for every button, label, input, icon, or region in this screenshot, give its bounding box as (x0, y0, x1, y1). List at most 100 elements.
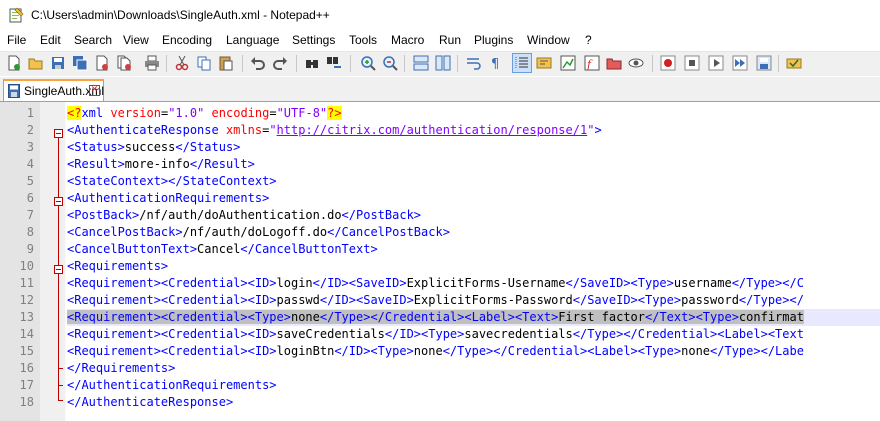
fold-collapse-icon[interactable] (54, 197, 63, 206)
toolbar-separator (242, 55, 243, 72)
line-number: 2 (26, 123, 34, 137)
indent-guide-icon[interactable] (514, 55, 530, 71)
code-line-15: <Requirement><Credential><ID>loginBtn</I… (67, 344, 804, 358)
stop-macro-icon[interactable] (684, 55, 700, 71)
save-icon[interactable] (50, 55, 66, 71)
toolbar-separator (296, 55, 297, 72)
code-line-6: <AuthenticationRequirements> (67, 191, 270, 205)
menu-tools[interactable]: Tools (349, 33, 377, 47)
close-all-icon[interactable] (116, 55, 132, 71)
code-line-11: <Requirement><Credential><ID>login</ID><… (67, 276, 804, 290)
show-all-chars-icon[interactable]: ¶ (488, 55, 504, 71)
line-number: 7 (26, 208, 34, 222)
close-icon[interactable] (94, 55, 110, 71)
code-line-8: <CancelPostBack>/nf/auth/doLogoff.do</Ca… (67, 225, 450, 239)
line-number: 4 (26, 157, 34, 171)
code-line-3: <Status>success</Status> (67, 140, 241, 154)
menu-language[interactable]: Language (226, 33, 279, 47)
open-file-icon[interactable] (28, 55, 44, 71)
monitoring-icon[interactable] (628, 55, 644, 71)
fold-end-marker (58, 400, 63, 401)
doc-map-icon[interactable] (560, 55, 576, 71)
save-macro-icon[interactable] (756, 55, 772, 71)
find-icon[interactable] (304, 55, 320, 71)
cut-icon[interactable] (174, 55, 190, 71)
tab-close-icon[interactable]: ✕ (89, 85, 100, 96)
menu-plugins[interactable]: Plugins (474, 33, 513, 47)
menu-encoding[interactable]: Encoding (162, 33, 212, 47)
code-line-13: <Requirement><Credential><Type>none</Typ… (67, 310, 804, 324)
code-line-16: </Requirements> (67, 361, 176, 375)
line-number: 16 (19, 361, 34, 375)
line-number: 10 (19, 259, 34, 273)
line-number: 8 (26, 225, 34, 239)
attr-value: "1.0" (168, 106, 205, 120)
replace-icon[interactable] (326, 55, 342, 71)
undo-icon[interactable] (250, 55, 266, 71)
code-line-2: <AuthenticateResponse xmlns="http://citr… (67, 123, 602, 137)
xml-decl-close: ?> (327, 106, 342, 120)
menu-help[interactable]: ? (585, 33, 592, 47)
code-line-7: <PostBack>/nf/auth/doAuthentication.do</… (67, 208, 422, 222)
line-number: 6 (26, 191, 34, 205)
fold-collapse-icon[interactable] (54, 265, 63, 274)
run-macro-multiple-icon[interactable] (732, 55, 748, 71)
line-number: 11 (19, 276, 34, 290)
spell-check-icon[interactable] (786, 55, 802, 71)
fold-collapse-icon[interactable] (54, 129, 63, 138)
line-number: 13 (19, 310, 34, 324)
code-line-5: <StateContext></StateContext> (67, 174, 277, 188)
title-bar: C:\Users\admin\Downloads\SingleAuth.xml … (0, 0, 880, 31)
menu-window[interactable]: Window (527, 33, 570, 47)
sync-horizontal-icon[interactable] (435, 55, 451, 71)
save-all-icon[interactable] (72, 55, 88, 71)
function-list-icon[interactable]: f (584, 55, 600, 71)
tab-bar: SingleAuth.xml ✕ (0, 77, 880, 102)
toolbar: ¶ f (0, 51, 880, 76)
fold-end-marker (58, 385, 63, 386)
toolbar-separator (652, 55, 653, 72)
code-line-17: </AuthenticationRequirements> (67, 378, 277, 392)
code-line-1: <?xml version="1.0" encoding="UTF-8"?> (67, 106, 342, 120)
print-icon[interactable] (144, 55, 160, 71)
line-number: 17 (19, 378, 34, 392)
line-number: 1 (26, 106, 34, 120)
line-number: 18 (19, 395, 34, 409)
folder-workspace-icon[interactable] (606, 55, 622, 71)
menu-macro[interactable]: Macro (391, 33, 424, 47)
tab-singleauth[interactable]: SingleAuth.xml ✕ (3, 79, 104, 101)
line-number: 9 (26, 242, 34, 256)
file-saved-icon (8, 84, 20, 98)
play-macro-icon[interactable] (708, 55, 724, 71)
fold-end-marker (58, 368, 63, 369)
toolbar-separator (457, 55, 458, 72)
zoom-in-icon[interactable] (360, 55, 376, 71)
attr-encoding: encoding (211, 106, 270, 120)
word-wrap-icon[interactable] (466, 55, 482, 71)
new-file-icon[interactable] (6, 55, 22, 71)
fold-margin[interactable] (40, 102, 66, 421)
window-title: C:\Users\admin\Downloads\SingleAuth.xml … (31, 8, 330, 22)
user-lang-icon[interactable] (536, 55, 552, 71)
editor-area[interactable]: 1 2 3 4 5 6 7 8 9 10 11 12 13 14 15 16 17 18 <?xml versio… (0, 102, 880, 421)
paste-icon[interactable] (218, 55, 234, 71)
code-line-9: <CancelButtonText>Cancel</CancelButtonTe… (67, 242, 378, 256)
code-line-10: <Requirements> (67, 259, 169, 273)
line-number: 14 (19, 327, 34, 341)
zoom-out-icon[interactable] (382, 55, 398, 71)
sync-vertical-icon[interactable] (413, 55, 429, 71)
menu-file[interactable]: File (7, 33, 26, 47)
code-line-4: <Result>more-info</Result> (67, 157, 255, 171)
menu-edit[interactable]: Edit (40, 33, 61, 47)
code-line-18: </AuthenticateResponse> (67, 395, 234, 409)
record-macro-icon[interactable] (660, 55, 676, 71)
xml-keyword: xml (81, 106, 104, 120)
copy-icon[interactable] (196, 55, 212, 71)
menu-run[interactable]: Run (439, 33, 461, 47)
redo-icon[interactable] (272, 55, 288, 71)
menu-view[interactable]: View (123, 33, 149, 47)
namespace-link[interactable]: http://citrix.com/authentication/respons… (277, 123, 588, 137)
toolbar-separator (350, 55, 351, 72)
menu-search[interactable]: Search (74, 33, 112, 47)
menu-settings[interactable]: Settings (292, 33, 335, 47)
